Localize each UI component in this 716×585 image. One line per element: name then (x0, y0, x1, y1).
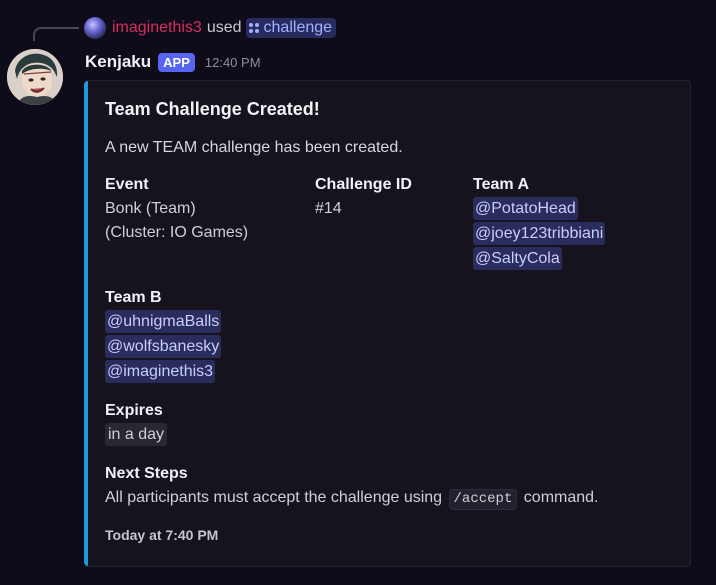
user-avatar-icon[interactable] (84, 17, 106, 39)
field-challenge-id-value: #14 (315, 200, 342, 217)
field-team-b-name: Team B (105, 289, 162, 306)
user-mention[interactable]: @joey123tribbiani (473, 222, 606, 245)
reply-connector (33, 27, 79, 41)
field-expires-name: Expires (105, 402, 163, 419)
reply-username[interactable]: imaginethis3 (112, 19, 202, 37)
field-event-line: Bonk (Team) (105, 200, 196, 217)
field-next-steps-text: All participants must accept the challen… (105, 486, 599, 510)
field-expires: Expires in a day (105, 399, 168, 446)
reply-used-text: used (206, 19, 242, 36)
field-event-line: (Cluster: IO Games) (105, 224, 249, 241)
embed-description: A new TEAM challenge has been created. (105, 139, 403, 156)
field-challenge-id-name: Challenge ID (315, 176, 412, 193)
field-next-steps: Next Steps All participants must accept … (105, 462, 599, 510)
user-mention[interactable]: @SaltyCola (473, 247, 562, 270)
field-event: Event Bonk (Team) (Cluster: IO Games) (105, 173, 248, 245)
user-mention[interactable]: @uhnigmaBalls (105, 310, 222, 333)
inline-code-command: /accept (448, 489, 518, 510)
user-mention[interactable]: @wolfsbanesky (105, 335, 222, 358)
embed-title: Team Challenge Created! (105, 99, 320, 119)
slash-command-pill[interactable]: challenge (245, 18, 337, 38)
user-mention[interactable]: @PotatoHead (473, 197, 578, 220)
field-team-a-name: Team A (473, 176, 530, 193)
field-team-a: Team A @PotatoHead @joey123tribbiani @Sa… (473, 173, 606, 272)
embed-footer-timestamp: Today at 7:40 PM (105, 527, 219, 543)
embed-accent-bar (84, 81, 88, 566)
author-name[interactable]: Kenjaku (85, 52, 151, 72)
command-icon (248, 23, 259, 33)
message-header: Kenjaku APP 12:40 PM (85, 50, 261, 74)
field-team-b: Team B @uhnigmaBalls @wolfsbanesky @imag… (105, 286, 222, 385)
avatar-image (7, 49, 63, 105)
relative-time-chip[interactable]: in a day (105, 423, 168, 446)
next-steps-text-before: All participants must accept the challen… (105, 489, 443, 506)
command-reply-header: imaginethis3 used challenge (84, 17, 337, 39)
message-timestamp[interactable]: 12:40 PM (205, 55, 261, 70)
app-badge: APP (158, 52, 195, 72)
discord-message-view: imaginethis3 used challenge Kenjaku APP … (0, 0, 716, 585)
field-next-steps-name: Next Steps (105, 465, 188, 482)
next-steps-text-after: command. (523, 489, 599, 506)
command-name: challenge (263, 19, 333, 36)
user-mention[interactable]: @imaginethis3 (105, 360, 216, 383)
embed-card: Team Challenge Created! A new TEAM chall… (84, 80, 691, 567)
field-event-name: Event (105, 176, 149, 193)
field-challenge-id: Challenge ID #14 (315, 173, 412, 221)
bot-avatar-icon[interactable] (7, 49, 63, 105)
